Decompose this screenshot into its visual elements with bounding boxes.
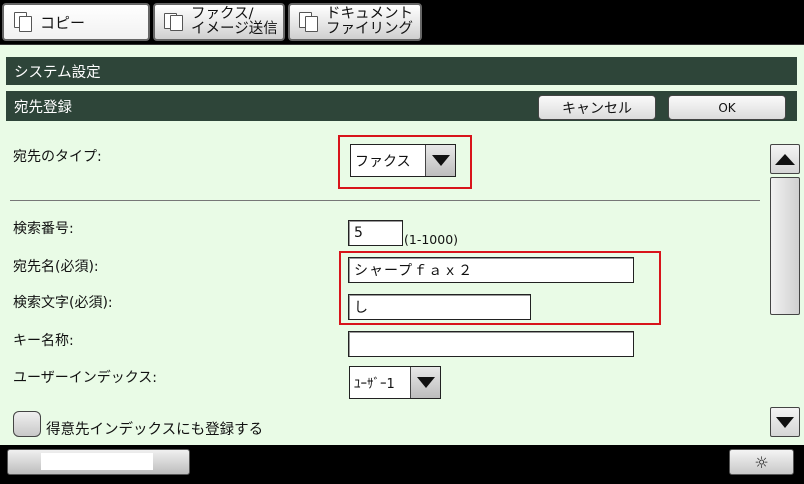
register-favorite-checkbox[interactable] — [13, 411, 41, 437]
tab-document-filing[interactable]: ドキュメント ファイリング — [288, 3, 422, 41]
dest-type-select[interactable]: ファクス — [350, 144, 456, 177]
scroll-down-button[interactable] — [770, 407, 800, 437]
status-indicator-window — [41, 453, 153, 470]
user-index-select[interactable]: ﾕｰｻﾞｰ1 — [349, 366, 441, 399]
chevron-down-icon[interactable] — [410, 367, 440, 398]
tab-doc-label-line1: ドキュメント — [326, 6, 413, 22]
system-settings-title: システム設定 — [14, 64, 101, 81]
key-name-label: キー名称: — [13, 333, 74, 349]
search-number-label: 検索番号: — [13, 221, 74, 237]
search-number-input[interactable]: 5 — [348, 220, 403, 246]
key-name-input[interactable] — [348, 331, 634, 357]
system-settings-bar: システム設定 — [6, 57, 797, 85]
scroll-up-button[interactable] — [770, 144, 800, 174]
brightness-button[interactable]: ☼ — [729, 449, 794, 475]
status-indicator[interactable] — [7, 449, 190, 475]
register-favorite-label: 得意先インデックスにも登録する — [46, 422, 264, 438]
tab-fax-label-line1: ファクス/ — [191, 6, 254, 22]
document-filing-icon — [298, 11, 320, 33]
fax-icon — [163, 11, 185, 33]
user-index-value: ﾕｰｻﾞｰ1 — [354, 377, 395, 392]
chevron-down-icon[interactable] — [425, 145, 455, 176]
tab-fax-label-line2: イメージ送信 — [191, 21, 278, 37]
ok-button[interactable]: OK — [668, 95, 786, 120]
search-char-label: 検索文字(必須): — [13, 295, 113, 311]
user-index-label: ユーザーインデックス: — [13, 370, 158, 386]
cancel-button[interactable]: キャンセル — [538, 95, 656, 120]
dest-type-label: 宛先のタイプ: — [13, 149, 102, 165]
main-panel: システム設定 宛先登録 キャンセル OK 宛先のタイプ: ファクス 検索番号: … — [0, 44, 804, 445]
tab-doc-label: ドキュメント ファイリング — [326, 7, 413, 37]
tab-fax-image-send[interactable]: ファクス/ イメージ送信 — [153, 3, 285, 41]
dest-name-input[interactable]: シャープｆａｘ２ — [348, 257, 634, 283]
arrow-up-icon — [775, 153, 795, 165]
destination-register-title: 宛先登録 — [14, 99, 72, 116]
search-number-range: (1-1000) — [404, 232, 459, 247]
copy-icon — [12, 11, 34, 33]
tab-copy-label: コピー — [40, 13, 86, 32]
dest-name-label: 宛先名(必須): — [13, 259, 99, 275]
sun-icon: ☼ — [754, 452, 769, 472]
arrow-down-icon — [776, 416, 794, 428]
scrollbar-thumb[interactable] — [770, 177, 800, 315]
divider — [10, 200, 760, 201]
dest-type-value: ファクス — [355, 153, 411, 170]
tab-copy[interactable]: コピー — [2, 3, 150, 41]
tab-doc-label-line2: ファイリング — [326, 21, 413, 37]
search-char-input[interactable]: し — [348, 294, 531, 320]
tab-fax-label: ファクス/ イメージ送信 — [191, 7, 278, 37]
